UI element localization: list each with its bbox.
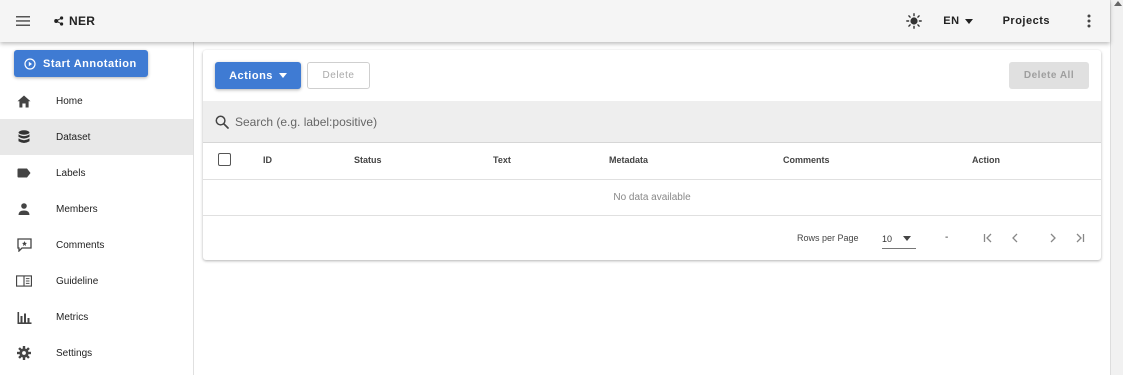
chevron-down-icon (278, 73, 287, 78)
column-header-metadata[interactable]: Metadata (609, 155, 648, 165)
brand[interactable]: NER (54, 14, 95, 28)
app-bar: NER EN Projects (0, 0, 1110, 42)
sidebar-item-dataset[interactable]: Dataset (0, 119, 193, 155)
brand-logo-icon (54, 16, 64, 26)
book-icon (16, 273, 32, 289)
app-root: NER EN Projects Start Annotation Home Da… (0, 0, 1123, 375)
sidebar-item-comments[interactable]: Comments (0, 227, 193, 263)
actions-label: Actions (229, 69, 273, 82)
comment-icon (16, 237, 32, 253)
column-header-comments[interactable]: Comments (783, 155, 830, 165)
sidebar-item-label: Comments (56, 239, 105, 251)
sidebar-item-labels[interactable]: Labels (0, 155, 193, 191)
scroll-up-icon[interactable] (1114, 1, 1122, 6)
delete-button[interactable]: Delete (307, 62, 370, 89)
first-page-icon[interactable] (979, 228, 997, 248)
sidebar-item-label: Home (56, 95, 83, 107)
column-header-text[interactable]: Text (493, 155, 511, 165)
sidebar-item-label: Labels (56, 167, 86, 179)
previous-page-icon[interactable] (1006, 228, 1024, 248)
language-value: EN (943, 15, 960, 27)
sidebar-item-label: Dataset (56, 131, 91, 143)
search-input[interactable] (235, 114, 835, 129)
column-header-status[interactable]: Status (354, 155, 382, 165)
brand-name: NER (69, 14, 96, 28)
next-page-icon[interactable] (1044, 228, 1062, 248)
app-bar-actions: EN Projects (899, 0, 1110, 42)
last-page-icon[interactable] (1071, 228, 1089, 248)
sidebar-item-label: Guideline (56, 275, 99, 287)
start-annotation-label: Start Annotation (43, 57, 137, 70)
sidebar-item-home[interactable]: Home (0, 83, 193, 119)
more-vert-icon[interactable] (1078, 6, 1100, 36)
sidebar-item-settings[interactable]: Settings (0, 335, 193, 371)
rows-per-page-label: Rows per Page (797, 233, 859, 243)
rows-per-page-value: 10 (882, 233, 893, 244)
delete-all-button[interactable]: Delete All (1009, 62, 1089, 89)
chevron-down-icon (903, 236, 912, 241)
table-header: ID Status Text Metadata Comments Action (203, 144, 1101, 180)
search-bar (203, 101, 1101, 143)
menu-icon[interactable] (0, 0, 46, 42)
gear-icon (16, 345, 32, 361)
search-icon (215, 115, 229, 129)
language-select[interactable]: EN (943, 15, 973, 27)
sidebar-item-label: Settings (56, 347, 93, 359)
sidebar-item-members[interactable]: Members (0, 191, 193, 227)
empty-table-message: No data available (203, 180, 1101, 216)
bar-chart-icon (16, 309, 32, 325)
sidebar-item-label: Members (56, 203, 98, 215)
database-icon (16, 129, 32, 145)
play-circle-icon (24, 57, 36, 70)
page-scrollbar[interactable] (1110, 0, 1123, 375)
page-range-text: - (945, 232, 949, 243)
select-all-checkbox[interactable] (218, 153, 231, 166)
column-header-id[interactable]: ID (263, 155, 272, 165)
home-icon (16, 93, 32, 109)
sidebar-item-label: Metrics (56, 311, 89, 323)
dataset-card: Actions Delete Delete All ID Status Text… (203, 50, 1101, 260)
column-header-action[interactable]: Action (972, 155, 1000, 165)
start-annotation-button[interactable]: Start Annotation (14, 50, 148, 77)
sidebar: Start Annotation Home Dataset Labels Mem (0, 42, 194, 375)
label-icon (16, 165, 32, 181)
chevron-down-icon (964, 18, 973, 24)
rows-per-page-select[interactable]: 10 (882, 229, 916, 249)
actions-button[interactable]: Actions (215, 62, 301, 89)
projects-link[interactable]: Projects (1003, 15, 1050, 27)
pagination: Rows per Page 10 - (203, 216, 1101, 260)
sidebar-item-guideline[interactable]: Guideline (0, 263, 193, 299)
person-icon (16, 201, 32, 217)
sidebar-item-metrics[interactable]: Metrics (0, 299, 193, 335)
theme-toggle-icon[interactable] (899, 6, 929, 36)
